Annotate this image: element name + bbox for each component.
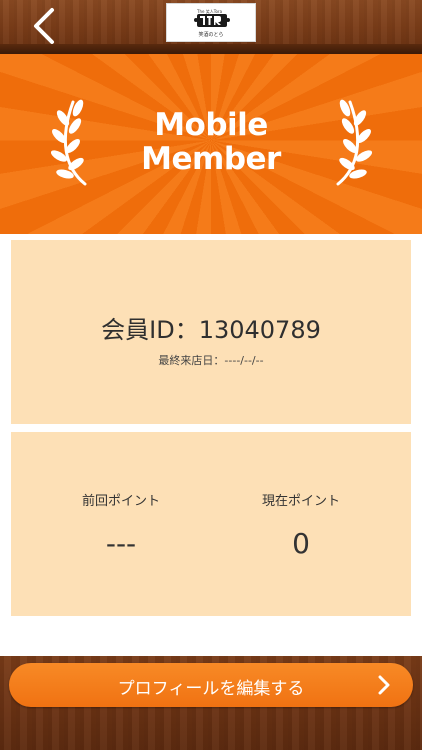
edit-profile-label: プロフィールを編集する [117, 679, 305, 699]
edit-profile-button[interactable]: プロフィールを編集する [9, 663, 413, 707]
member-info-card: 会員ID：13040789 最終来店日：----/--/-- [11, 240, 411, 424]
member-id: 会員ID：13040789 [101, 316, 321, 344]
header-divider [0, 44, 422, 54]
svg-text:The 笑人Tora: The 笑人Tora [196, 8, 223, 14]
current-points-label: 現在ポイント [261, 494, 340, 509]
store-logo: The 笑人Tora 笑酒のとら [166, 3, 256, 42]
chevron-left-icon [34, 8, 54, 44]
chevron-right-icon [378, 675, 390, 695]
points-card: 前回ポイント --- 現在ポイント 0 [11, 432, 411, 616]
previous-points-label: 前回ポイント [81, 494, 160, 509]
mobile-member-banner: Mobile Member [0, 54, 422, 234]
last-visit-date: 最終来店日：----/--/-- [158, 354, 264, 367]
previous-points: 前回ポイント --- [31, 490, 211, 560]
current-points-value: 0 [292, 527, 310, 560]
current-points: 現在ポイント 0 [211, 490, 391, 560]
back-button[interactable] [26, 6, 66, 46]
store-logo-text: 笑酒のとら [198, 32, 224, 38]
previous-points-value: --- [105, 527, 137, 560]
laurel-right-icon [336, 99, 372, 186]
